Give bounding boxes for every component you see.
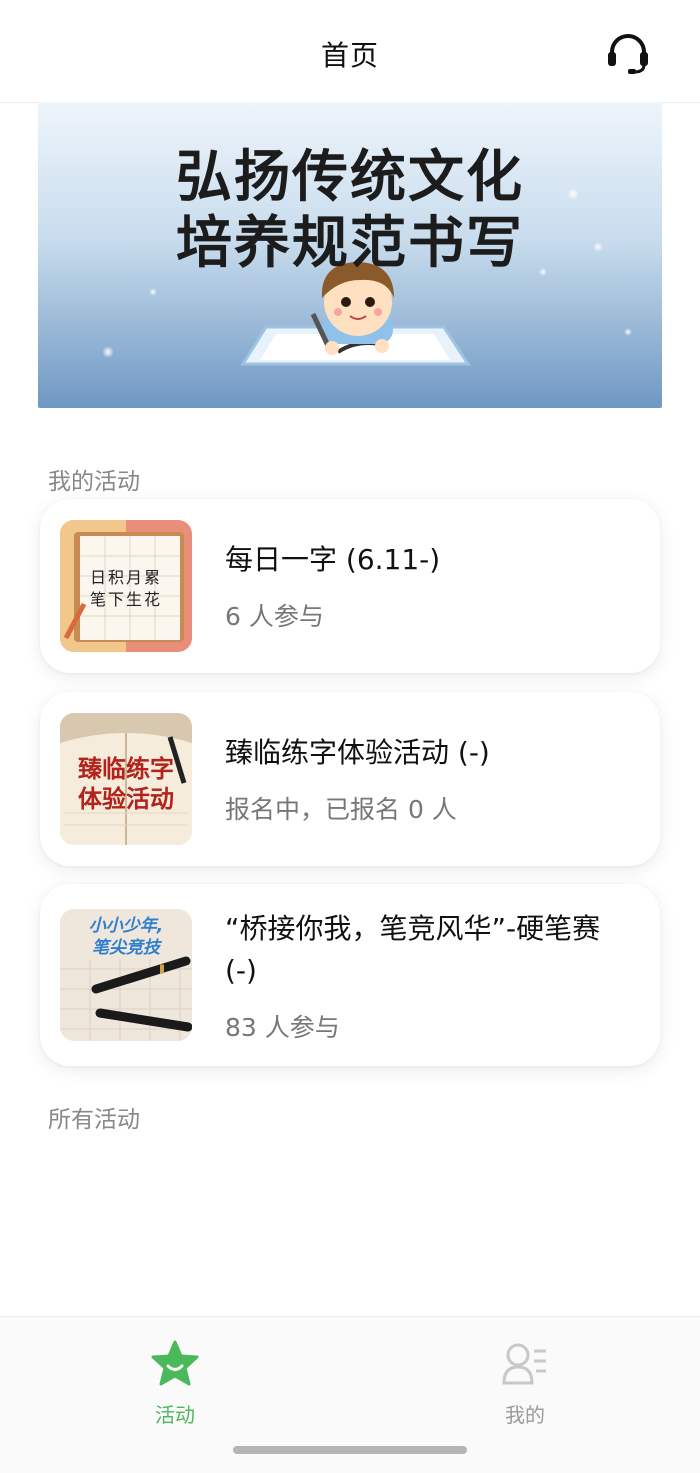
activity-card-hard-pen-contest[interactable]: 小小少年, 笔尖竞技 “桥接你我，笔竞风华”-硬笔赛 (-) 83 人参与: [40, 884, 660, 1066]
thumbnail-text-2: 笔尖竞技: [92, 938, 160, 958]
section-all-activities: 所有活动: [48, 1107, 140, 1133]
activity-title: “桥接你我，笔竞风华”-硬笔赛 (-): [225, 912, 601, 987]
user-list-icon: [500, 1339, 550, 1389]
thumbnail-text-2: 笔下生花: [89, 590, 162, 609]
section-my-activities: 我的活动: [48, 469, 140, 495]
activity-registration-status: 报名中，已报名 0 人: [225, 795, 457, 824]
activity-title: 每日一字 (6.11-): [225, 543, 441, 576]
star-face-icon: [150, 1339, 200, 1389]
tab-activities[interactable]: 活动: [95, 1317, 255, 1427]
tab-mine-label: 我的: [505, 1403, 545, 1427]
promo-banner[interactable]: 弘扬传统文化 培养规范书写: [38, 102, 662, 408]
activity-title: 臻临练字体验活动 (-): [225, 736, 490, 769]
headset-icon[interactable]: [606, 32, 650, 76]
activity-participants: 6 人参与: [225, 602, 324, 631]
activity-participants: 83 人参与: [225, 1013, 340, 1042]
banner-headline-2: 培养规范书写: [176, 210, 524, 276]
home-indicator: [233, 1446, 467, 1454]
tab-mine[interactable]: 我的: [445, 1317, 605, 1427]
thumbnail-text-1: 日积月累: [89, 568, 162, 587]
activity-card-experience[interactable]: 臻临练字 体验活动 臻临练字体验活动 (-) 报名中，已报名 0 人: [40, 692, 660, 866]
page-title: 首页: [320, 39, 379, 72]
activity-thumbnail: 日积月累 笔下生花: [60, 520, 192, 652]
activity-thumbnail: 小小少年, 笔尖竞技: [60, 909, 192, 1041]
tab-activities-label: 活动: [155, 1403, 195, 1427]
activity-thumbnail: 臻临练字 体验活动: [60, 713, 192, 845]
thumbnail-text-2: 体验活动: [78, 784, 174, 813]
activity-card-daily-character[interactable]: 日积月累 笔下生花 每日一字 (6.11-) 6 人参与: [40, 499, 660, 673]
bottom-tab-bar: 活动 我的: [0, 1316, 700, 1473]
top-nav-bar: 首页: [0, 0, 700, 103]
